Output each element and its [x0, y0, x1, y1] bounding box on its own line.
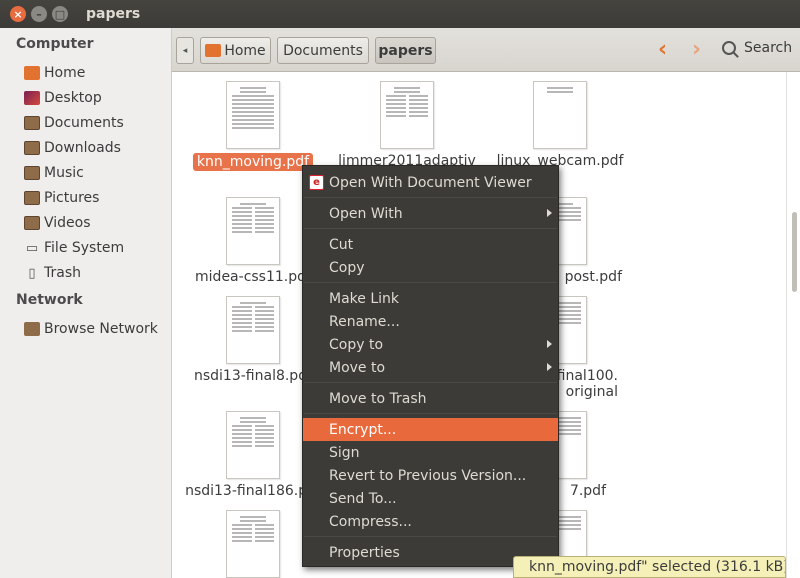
minimize-window-button[interactable]: – [31, 6, 47, 22]
sidebar-item-pictures[interactable]: Pictures [24, 187, 172, 209]
context-menu: e Open With Document Viewer Open With Cu… [302, 165, 559, 567]
breadcrumb-scroll-left-button[interactable]: ◂ [176, 37, 194, 64]
pdf-thumbnail [226, 81, 280, 149]
status-bar: knn_moving.pdf" selected (316.1 kB) [513, 556, 786, 578]
menu-item-revert-to-previous-version[interactable]: Revert to Previous Version... [303, 464, 558, 487]
menu-item-move-to-trash[interactable]: Move to Trash [303, 387, 558, 410]
sidebar-item-music[interactable]: Music [24, 162, 172, 184]
sidebar-item-desktop[interactable]: Desktop [24, 87, 172, 109]
music-folder-icon [24, 166, 40, 180]
home-folder-icon [24, 66, 40, 80]
sidebar-item-label: Pictures [44, 190, 100, 206]
toolbar: ◂ Home Documents papers ‹ › Search [172, 28, 800, 72]
documents-folder-icon [24, 116, 40, 130]
pdf-thumbnail [226, 296, 280, 364]
pdf-thumbnail [380, 81, 434, 149]
maximize-window-button[interactable]: □ [52, 6, 68, 22]
sidebar-item-browse-network[interactable]: Browse Network [24, 318, 172, 340]
submenu-arrow-icon [547, 209, 552, 217]
sidebar-item-label: Trash [44, 265, 81, 281]
menu-item-cut[interactable]: Cut [303, 233, 558, 256]
menu-separator [304, 382, 557, 383]
pdf-thumbnail [226, 411, 280, 479]
file-item[interactable]: linux_webcam.pdf [490, 81, 630, 169]
sidebar-item-label: Downloads [44, 140, 121, 156]
sidebar-item-label: Desktop [44, 90, 102, 106]
menu-separator [304, 413, 557, 414]
sidebar-item-label: Home [44, 65, 86, 81]
pdf-thumbnail [533, 81, 587, 149]
sidebar-item-label: Documents [44, 115, 124, 131]
submenu-arrow-icon [547, 363, 552, 371]
menu-item-compress[interactable]: Compress... [303, 510, 558, 533]
sidebar-heading-network: Network [16, 292, 83, 308]
search-button[interactable]: Search [722, 40, 792, 56]
menu-item-rename[interactable]: Rename... [303, 310, 558, 333]
menu-item-move-to[interactable]: Move to [303, 356, 558, 379]
window-title: papers [86, 6, 141, 22]
breadcrumb-home[interactable]: Home [200, 37, 271, 64]
sidebar-item-documents[interactable]: Documents [24, 112, 172, 134]
back-arrow-icon[interactable]: ‹ [658, 36, 667, 64]
network-icon [24, 322, 40, 336]
menu-item-make-link[interactable]: Make Link [303, 287, 558, 310]
document-viewer-icon: e [309, 175, 324, 190]
sidebar-item-downloads[interactable]: Downloads [24, 137, 172, 159]
sidebar-item-home[interactable]: Home [24, 62, 172, 84]
menu-item-open-with-document-viewer[interactable]: e Open With Document Viewer [303, 171, 558, 194]
pdf-thumbnail [226, 510, 280, 578]
sidebar-item-label: Browse Network [44, 321, 158, 337]
forward-arrow-icon[interactable]: › [692, 36, 701, 64]
pictures-folder-icon [24, 191, 40, 205]
pdf-thumbnail [226, 197, 280, 265]
menu-separator [304, 228, 557, 229]
menu-item-sign[interactable]: Sign [303, 441, 558, 464]
menu-separator [304, 536, 557, 537]
desktop-icon [24, 91, 40, 105]
file-name: knn_moving.pdf [192, 153, 314, 171]
search-icon [722, 41, 736, 55]
file-item[interactable]: limmer2011adaptiv [337, 81, 477, 169]
breadcrumb-documents[interactable]: Documents [277, 37, 369, 64]
downloads-folder-icon [24, 141, 40, 155]
menu-item-send-to[interactable]: Send To... [303, 487, 558, 510]
menu-item-copy[interactable]: Copy [303, 256, 558, 279]
scrollbar[interactable] [786, 72, 800, 578]
sidebar: Computer Home Desktop Documents Download… [0, 28, 172, 578]
menu-separator [304, 282, 557, 283]
scrollbar-thumb[interactable] [792, 212, 797, 292]
filesystem-icon: ▭ [25, 240, 39, 256]
menu-item-encrypt[interactable]: Encrypt... [303, 418, 558, 441]
sidebar-item-videos[interactable]: Videos [24, 212, 172, 234]
home-folder-icon [205, 44, 222, 57]
menu-separator [304, 197, 557, 198]
sidebar-item-file-system[interactable]: ▭ File System [24, 237, 172, 259]
sidebar-item-label: Videos [44, 215, 91, 231]
sidebar-item-label: File System [44, 240, 125, 256]
close-window-button[interactable]: × [10, 6, 26, 22]
menu-item-copy-to[interactable]: Copy to [303, 333, 558, 356]
trash-icon: ▯ [28, 265, 36, 281]
breadcrumb-papers[interactable]: papers [375, 37, 436, 64]
menu-item-open-with[interactable]: Open With [303, 202, 558, 225]
videos-folder-icon [24, 216, 40, 230]
sidebar-heading-computer: Computer [16, 36, 94, 52]
submenu-arrow-icon [547, 340, 552, 348]
sidebar-item-trash[interactable]: ▯ Trash [24, 262, 172, 284]
title-bar: × – □ papers [0, 0, 800, 28]
file-item[interactable]: knn_moving.pdf [183, 81, 323, 175]
sidebar-item-label: Music [44, 165, 84, 181]
